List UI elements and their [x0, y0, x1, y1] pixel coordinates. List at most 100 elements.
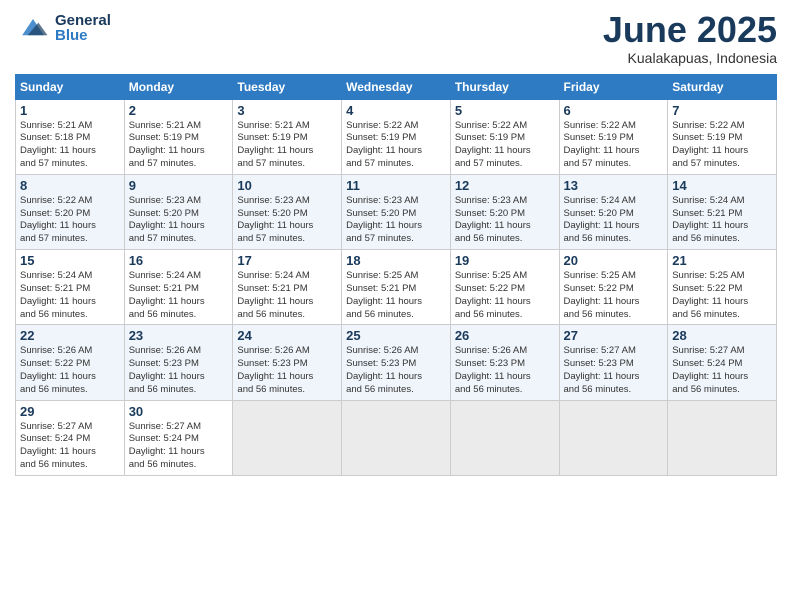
- header-row: Sunday Monday Tuesday Wednesday Thursday…: [16, 74, 777, 99]
- day-info: Sunrise: 5:26 AMSunset: 5:23 PMDaylight:…: [455, 345, 555, 396]
- table-row: 5Sunrise: 5:22 AMSunset: 5:19 PMDaylight…: [450, 99, 559, 174]
- day-number: 27: [564, 328, 664, 343]
- day-number: 3: [237, 103, 337, 118]
- day-info: Sunrise: 5:26 AMSunset: 5:23 PMDaylight:…: [237, 345, 337, 396]
- calendar-week-row: 8 Sunrise: 5:22 AMSunset: 5:20 PMDaylight…: [16, 174, 777, 249]
- day-number: 30: [129, 404, 229, 419]
- table-row: 26 Sunrise: 5:26 AMSunset: 5:23 PMDayligh…: [450, 325, 559, 400]
- day-info: Sunrise: 5:24 AMSunset: 5:21 PMDaylight:…: [672, 195, 772, 246]
- page-header: General Blue June 2025 Kualakapuas, Indo…: [15, 10, 777, 66]
- logo: General Blue: [15, 10, 111, 46]
- table-row: 14 Sunrise: 5:24 AMSunset: 5:21 PMDayligh…: [668, 174, 777, 249]
- day-number: 19: [455, 253, 555, 268]
- day-number: 4: [346, 103, 446, 118]
- logo-label: General Blue: [55, 13, 111, 43]
- day-info: Sunrise: 5:22 AMSunset: 5:19 PMDaylight:…: [455, 120, 555, 171]
- table-row: [668, 400, 777, 475]
- table-row: [233, 400, 342, 475]
- table-row: 15Sunrise: 5:24 AMSunset: 5:21 PMDayligh…: [16, 250, 125, 325]
- day-number: 25: [346, 328, 446, 343]
- day-info: Sunrise: 5:24 AMSunset: 5:21 PMDaylight:…: [129, 270, 229, 321]
- col-wednesday: Wednesday: [342, 74, 451, 99]
- day-info: Sunrise: 5:21 AMSunset: 5:19 PMDaylight:…: [237, 120, 337, 171]
- table-row: 11Sunrise: 5:23 AMSunset: 5:20 PMDayligh…: [342, 174, 451, 249]
- calendar-table: Sunday Monday Tuesday Wednesday Thursday…: [15, 74, 777, 476]
- day-number: 1: [20, 103, 120, 118]
- day-info: Sunrise: 5:22 AMSunset: 5:20 PMDaylight:…: [20, 195, 120, 246]
- location-subtitle: Kualakapuas, Indonesia: [603, 50, 777, 66]
- day-info: Sunrise: 5:26 AMSunset: 5:22 PMDaylight:…: [20, 345, 120, 396]
- day-number: 23: [129, 328, 229, 343]
- day-info: Sunrise: 5:21 AMSunset: 5:18 PMDaylight:…: [20, 120, 120, 171]
- table-row: 24 Sunrise: 5:26 AMSunset: 5:23 PMDayligh…: [233, 325, 342, 400]
- day-info: Sunrise: 5:23 AMSunset: 5:20 PMDaylight:…: [129, 195, 229, 246]
- calendar-week-row: 15Sunrise: 5:24 AMSunset: 5:21 PMDayligh…: [16, 250, 777, 325]
- day-info: Sunrise: 5:26 AMSunset: 5:23 PMDaylight:…: [346, 345, 446, 396]
- title-block: June 2025 Kualakapuas, Indonesia: [603, 10, 777, 66]
- table-row: 9Sunrise: 5:23 AMSunset: 5:20 PMDaylight…: [124, 174, 233, 249]
- day-number: 16: [129, 253, 229, 268]
- day-number: 7: [672, 103, 772, 118]
- table-row: 29 Sunrise: 5:27 AMSunset: 5:24 PMDayligh…: [16, 400, 125, 475]
- logo-general-text: General: [55, 13, 111, 28]
- calendar-week-row: 22 Sunrise: 5:26 AMSunset: 5:22 PMDayligh…: [16, 325, 777, 400]
- col-friday: Friday: [559, 74, 668, 99]
- table-row: [559, 400, 668, 475]
- logo-icon: [15, 10, 51, 46]
- table-row: [342, 400, 451, 475]
- table-row: 22 Sunrise: 5:26 AMSunset: 5:22 PMDayligh…: [16, 325, 125, 400]
- day-number: 18: [346, 253, 446, 268]
- day-info: Sunrise: 5:22 AMSunset: 5:19 PMDaylight:…: [346, 120, 446, 171]
- table-row: 19Sunrise: 5:25 AMSunset: 5:22 PMDayligh…: [450, 250, 559, 325]
- day-info: Sunrise: 5:25 AMSunset: 5:22 PMDaylight:…: [672, 270, 772, 321]
- table-row: 6Sunrise: 5:22 AMSunset: 5:19 PMDaylight…: [559, 99, 668, 174]
- col-sunday: Sunday: [16, 74, 125, 99]
- table-row: 16 Sunrise: 5:24 AMSunset: 5:21 PMDayligh…: [124, 250, 233, 325]
- calendar-body: 1 Sunrise: 5:21 AMSunset: 5:18 PMDaylight…: [16, 99, 777, 475]
- table-row: 21 Sunrise: 5:25 AMSunset: 5:22 PMDayligh…: [668, 250, 777, 325]
- table-row: 23 Sunrise: 5:26 AMSunset: 5:23 PMDayligh…: [124, 325, 233, 400]
- table-row: 1 Sunrise: 5:21 AMSunset: 5:18 PMDaylight…: [16, 99, 125, 174]
- day-number: 11: [346, 178, 446, 193]
- month-title: June 2025: [603, 10, 777, 50]
- day-number: 14: [672, 178, 772, 193]
- calendar-week-row: 29 Sunrise: 5:27 AMSunset: 5:24 PMDayligh…: [16, 400, 777, 475]
- table-row: 27 Sunrise: 5:27 AMSunset: 5:23 PMDayligh…: [559, 325, 668, 400]
- day-info: Sunrise: 5:27 AMSunset: 5:24 PMDaylight:…: [129, 421, 229, 472]
- day-info: Sunrise: 5:22 AMSunset: 5:19 PMDaylight:…: [564, 120, 664, 171]
- day-info: Sunrise: 5:27 AMSunset: 5:24 PMDaylight:…: [672, 345, 772, 396]
- day-info: Sunrise: 5:24 AMSunset: 5:21 PMDaylight:…: [237, 270, 337, 321]
- table-row: 17 Sunrise: 5:24 AMSunset: 5:21 PMDayligh…: [233, 250, 342, 325]
- day-info: Sunrise: 5:26 AMSunset: 5:23 PMDaylight:…: [129, 345, 229, 396]
- day-number: 13: [564, 178, 664, 193]
- day-info: Sunrise: 5:23 AMSunset: 5:20 PMDaylight:…: [455, 195, 555, 246]
- day-number: 17: [237, 253, 337, 268]
- day-info: Sunrise: 5:22 AMSunset: 5:19 PMDaylight:…: [672, 120, 772, 171]
- day-info: Sunrise: 5:27 AMSunset: 5:24 PMDaylight:…: [20, 421, 120, 472]
- table-row: 10Sunrise: 5:23 AMSunset: 5:20 PMDayligh…: [233, 174, 342, 249]
- day-number: 28: [672, 328, 772, 343]
- col-thursday: Thursday: [450, 74, 559, 99]
- day-number: 8: [20, 178, 120, 193]
- calendar-page: General Blue June 2025 Kualakapuas, Indo…: [0, 0, 792, 612]
- day-info: Sunrise: 5:27 AMSunset: 5:23 PMDaylight:…: [564, 345, 664, 396]
- day-number: 12: [455, 178, 555, 193]
- day-number: 21: [672, 253, 772, 268]
- day-number: 22: [20, 328, 120, 343]
- col-tuesday: Tuesday: [233, 74, 342, 99]
- day-number: 24: [237, 328, 337, 343]
- day-info: Sunrise: 5:24 AMSunset: 5:20 PMDaylight:…: [564, 195, 664, 246]
- table-row: 7 Sunrise: 5:22 AMSunset: 5:19 PMDaylight…: [668, 99, 777, 174]
- table-row: 2Sunrise: 5:21 AMSunset: 5:19 PMDaylight…: [124, 99, 233, 174]
- day-number: 26: [455, 328, 555, 343]
- col-monday: Monday: [124, 74, 233, 99]
- table-row: 12 Sunrise: 5:23 AMSunset: 5:20 PMDayligh…: [450, 174, 559, 249]
- day-number: 29: [20, 404, 120, 419]
- table-row: 28 Sunrise: 5:27 AMSunset: 5:24 PMDayligh…: [668, 325, 777, 400]
- col-saturday: Saturday: [668, 74, 777, 99]
- calendar-header: Sunday Monday Tuesday Wednesday Thursday…: [16, 74, 777, 99]
- table-row: [450, 400, 559, 475]
- table-row: 4 Sunrise: 5:22 AMSunset: 5:19 PMDaylight…: [342, 99, 451, 174]
- table-row: 25 Sunrise: 5:26 AMSunset: 5:23 PMDayligh…: [342, 325, 451, 400]
- logo-blue-text: Blue: [55, 28, 111, 43]
